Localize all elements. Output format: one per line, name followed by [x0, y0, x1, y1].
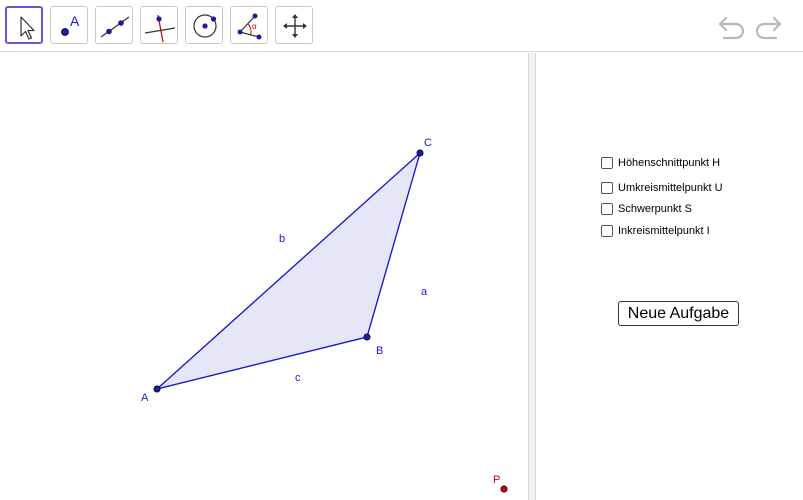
point-label-p: P [493, 474, 500, 486]
checkbox-label: Umkreismittelpunkt U [618, 182, 723, 194]
checkbox-hoehenschnittpunkt[interactable]: Höhenschnittpunkt H [601, 155, 720, 171]
angle-tool-label: α [252, 22, 257, 31]
checkbox-box[interactable] [601, 182, 613, 194]
pointer-arrow-icon [20, 16, 35, 40]
circle-with-center-icon [193, 14, 217, 38]
checkbox-label: Höhenschnittpunkt H [618, 157, 721, 169]
geometry-canvas[interactable]: a b c A B C P [0, 53, 528, 500]
perpendicular-line-icon [144, 14, 176, 43]
view-divider[interactable] [528, 53, 536, 500]
side-label-c: c [295, 372, 301, 384]
point-c[interactable] [416, 149, 424, 157]
checkbox-box[interactable] [601, 157, 613, 169]
point-icon: A [61, 13, 80, 36]
side-label-a: a [421, 286, 428, 298]
point-label-a: A [141, 392, 149, 404]
angle-icon: α [237, 13, 262, 40]
toolbar: A α [0, 0, 803, 52]
checkbox-label: Inkreismittelpunkt I [618, 225, 710, 237]
options-panel: Höhenschnittpunkt H Umkreismittelpunkt U… [537, 53, 803, 500]
point-p[interactable] [500, 485, 508, 493]
new-task-button[interactable]: Neue Aufgabe [618, 301, 739, 326]
move-tool-button[interactable] [5, 6, 43, 44]
checkbox-schwerpunkt[interactable]: Schwerpunkt S [601, 201, 692, 217]
point-tool-button[interactable]: A [50, 6, 88, 44]
checkbox-inkreismittelpunkt[interactable]: Inkreismittelpunkt I [601, 223, 710, 239]
undo-icon[interactable] [716, 12, 748, 42]
graphics-view[interactable]: a b c A B C P [0, 53, 528, 500]
angle-tool-button[interactable]: α [230, 6, 268, 44]
perpendicular-tool-button[interactable] [140, 6, 178, 44]
point-a[interactable] [153, 385, 161, 393]
side-label-b: b [279, 233, 285, 245]
circle-tool-button[interactable] [185, 6, 223, 44]
redo-icon[interactable] [752, 12, 784, 42]
move-view-tool-button[interactable] [275, 6, 313, 44]
point-b[interactable] [363, 333, 371, 341]
checkbox-umkreismittelpunkt[interactable]: Umkreismittelpunkt U [601, 180, 723, 196]
checkbox-box[interactable] [601, 203, 613, 215]
checkbox-box[interactable] [601, 225, 613, 237]
move-graphics-view-icon [283, 14, 307, 38]
point-tool-label: A [70, 13, 80, 29]
checkbox-label: Schwerpunkt S [618, 203, 692, 215]
point-label-b: B [376, 345, 383, 357]
line-tool-button[interactable] [95, 6, 133, 44]
line-through-two-points-icon [100, 16, 130, 38]
point-label-c: C [424, 137, 432, 149]
